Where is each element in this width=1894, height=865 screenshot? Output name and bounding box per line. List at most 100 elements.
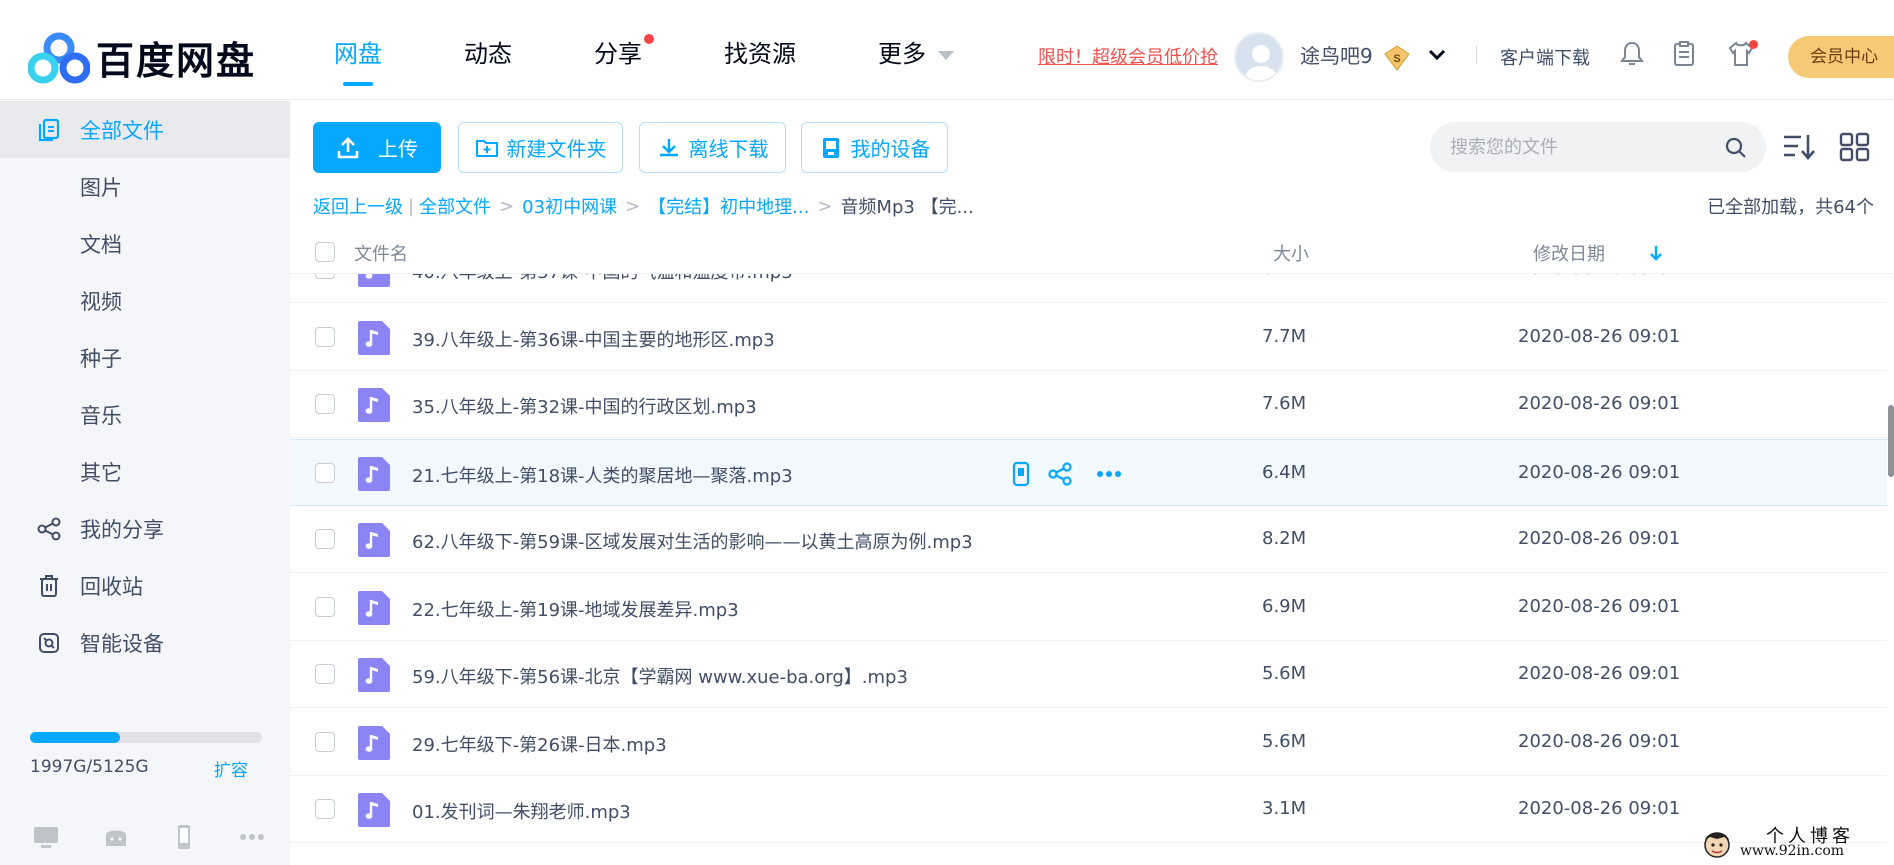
upload-icon <box>337 136 359 158</box>
table-row[interactable]: 01.发刊词—朱翔老师.mp3 3.1M 2020-08-26 09:01 <box>290 776 1887 843</box>
file-name[interactable]: 39.八年级上-第36课-中国主要的地形区.mp3 <box>412 326 775 352</box>
sidebar-item-1[interactable]: 图片 <box>0 158 290 215</box>
row-checkbox[interactable] <box>315 799 335 819</box>
nav-tab-3[interactable]: 找资源 <box>724 8 796 100</box>
row-checkbox[interactable] <box>315 664 335 684</box>
nav-notification-dot <box>644 34 654 44</box>
files-icon <box>38 118 60 141</box>
new-folder-label: 新建文件夹 <box>506 137 607 161</box>
new-folder-button[interactable]: 新建文件夹 <box>458 122 623 173</box>
more-options-icon[interactable] <box>1096 461 1122 487</box>
watermark: 个人博客 www.92in.com <box>1700 822 1894 865</box>
table-row[interactable]: 40.八年级上-第37课-中国的气温和温度带.mp3 6.2M 2020-08-26… <box>290 274 1887 303</box>
file-name[interactable]: 21.七年级上-第18课-人类的聚居地—聚落.mp3 <box>412 462 793 488</box>
scrollbar[interactable] <box>1888 405 1894 477</box>
baidu-netdisk-logo[interactable]: 百度网盘 <box>28 30 256 85</box>
chevron-down-icon[interactable] <box>1428 48 1446 62</box>
file-name[interactable]: 62.八年级下-第59课-区域发展对生活的影响——以黄土高原为例.mp3 <box>412 528 973 554</box>
breadcrumb-back[interactable]: 返回上一级 <box>313 193 403 219</box>
row-checkbox[interactable] <box>315 529 335 549</box>
desktop-icon[interactable] <box>32 823 60 851</box>
avatar[interactable] <box>1234 32 1284 82</box>
file-size: 7.6M <box>1262 393 1307 414</box>
table-row[interactable]: 39.八年级上-第36课-中国主要的地形区.mp3 7.7M 2020-08-26 … <box>290 304 1887 371</box>
table-row[interactable]: 62.八年级下-第59课-区域发展对生活的影响——以黄土高原为例.mp3 8.2M… <box>290 506 1887 573</box>
bell-icon[interactable] <box>1618 40 1646 68</box>
row-checkbox[interactable] <box>315 462 335 483</box>
sort-desc-arrow-icon[interactable] <box>1648 244 1664 262</box>
sidebar-item-3[interactable]: 视频 <box>0 272 290 329</box>
file-modified-date: 2020-08-26 09:01 <box>1518 730 1681 752</box>
nav-tab-2[interactable]: 分享 <box>594 8 654 100</box>
audio-file-icon <box>358 456 390 491</box>
send-to-phone-icon[interactable] <box>1008 461 1034 487</box>
promo-link[interactable]: 限时！超级会员低价抢 <box>1038 43 1218 69</box>
file-name[interactable]: 59.八年级下-第56课-北京【学霸网 www.xue-ba.org】.mp3 <box>412 663 908 689</box>
share-icon[interactable] <box>1047 461 1073 487</box>
file-modified-date: 2020-08-26 09:01 <box>1518 461 1681 483</box>
file-size: 5.6M <box>1262 663 1307 684</box>
nav-tab-label: 找资源 <box>724 40 796 68</box>
vip-center-button[interactable]: 会员中心 <box>1788 36 1894 78</box>
nav-tab-label: 分享 <box>594 40 642 68</box>
row-checkbox[interactable] <box>315 326 335 347</box>
audio-file-icon <box>358 274 390 287</box>
file-name[interactable]: 29.七年级下-第26课-日本.mp3 <box>412 731 667 757</box>
breadcrumb-item[interactable]: 【完结】初中地理... <box>648 193 809 219</box>
sidebar-item-0[interactable]: 全部文件 <box>0 101 290 158</box>
clipboard-icon[interactable] <box>1670 40 1698 68</box>
table-row[interactable]: 21.七年级上-第18课-人类的聚居地—聚落.mp3 6.4M 2020-08-26… <box>290 438 1887 506</box>
table-row[interactable]: 22.七年级上-第19课-地域发展差异.mp3 6.9M 2020-08-26 09… <box>290 574 1887 641</box>
sidebar-item-7[interactable]: 我的分享 <box>0 500 290 557</box>
sidebar-item-2[interactable]: 文档 <box>0 215 290 272</box>
row-checkbox[interactable] <box>315 731 335 752</box>
sidebar-item-6[interactable]: 其它 <box>0 443 290 500</box>
storage-quota-bar <box>30 732 262 743</box>
file-name[interactable]: 22.七年级上-第19课-地域发展差异.mp3 <box>412 596 739 622</box>
column-header-date[interactable]: 修改日期 <box>1533 240 1605 266</box>
breadcrumb-item[interactable]: 全部文件 <box>419 193 491 219</box>
column-header-name[interactable]: 文件名 <box>354 240 408 266</box>
new-folder-icon <box>475 139 498 157</box>
offline-download-button[interactable]: 离线下载 <box>639 122 786 173</box>
row-checkbox[interactable] <box>315 274 335 279</box>
sort-list-icon[interactable] <box>1782 131 1816 163</box>
column-header-size[interactable]: 大小 <box>1273 240 1309 266</box>
file-name[interactable]: 40.八年级上-第37课-中国的气温和温度带.mp3 <box>412 274 793 284</box>
nav-tab-4[interactable]: 更多 <box>878 8 954 100</box>
file-size: 6.2M <box>1262 274 1306 279</box>
file-size: 6.9M <box>1262 595 1307 617</box>
breadcrumb-item[interactable]: 03初中网课 <box>522 193 617 219</box>
audio-file-icon <box>358 388 390 422</box>
more-horizontal-icon[interactable] <box>238 823 266 851</box>
nav-tab-0[interactable]: 网盘 <box>334 8 382 100</box>
file-name[interactable]: 35.八年级上-第32课-中国的行政区划.mp3 <box>412 393 757 419</box>
search-icon[interactable] <box>1724 136 1748 160</box>
row-checkbox[interactable] <box>315 394 335 414</box>
phone-icon[interactable] <box>170 823 198 851</box>
table-row[interactable]: 59.八年级下-第56课-北京【学霸网 www.xue-ba.org】.mp3 5… <box>290 641 1887 708</box>
device-icon <box>822 137 839 158</box>
search-input[interactable] <box>1450 122 1720 172</box>
my-device-button[interactable]: 我的设备 <box>801 122 948 173</box>
grid-view-icon[interactable] <box>1838 131 1872 163</box>
username[interactable]: 途鸟吧9 <box>1300 40 1373 69</box>
sidebar-item-4[interactable]: 种子 <box>0 329 290 386</box>
select-all-checkbox[interactable] <box>315 242 335 262</box>
avatar-icon <box>1245 45 1277 80</box>
nav-tab-1[interactable]: 动态 <box>464 8 512 100</box>
table-row[interactable]: 35.八年级上-第32课-中国的行政区划.mp3 7.6M 2020-08-26 0… <box>290 371 1887 438</box>
android-icon[interactable] <box>102 823 130 851</box>
table-row[interactable]: 29.七年级下-第26课-日本.mp3 5.6M 2020-08-26 09:01 <box>290 709 1887 776</box>
file-name[interactable]: 01.发刊词—朱翔老师.mp3 <box>412 798 631 824</box>
sidebar-item-label: 我的分享 <box>80 517 164 542</box>
sidebar-item-8[interactable]: 回收站 <box>0 557 290 614</box>
sidebar-item-9[interactable]: 智能设备 <box>0 614 290 671</box>
sidebar-item-label: 图片 <box>80 175 122 200</box>
expand-storage-link[interactable]: 扩容 <box>214 756 248 781</box>
upload-button[interactable]: 上传 <box>313 122 441 173</box>
header-divider <box>1476 46 1477 64</box>
row-checkbox[interactable] <box>315 596 335 617</box>
sidebar-item-5[interactable]: 音乐 <box>0 386 290 443</box>
client-download-link[interactable]: 客户端下载 <box>1500 44 1590 70</box>
